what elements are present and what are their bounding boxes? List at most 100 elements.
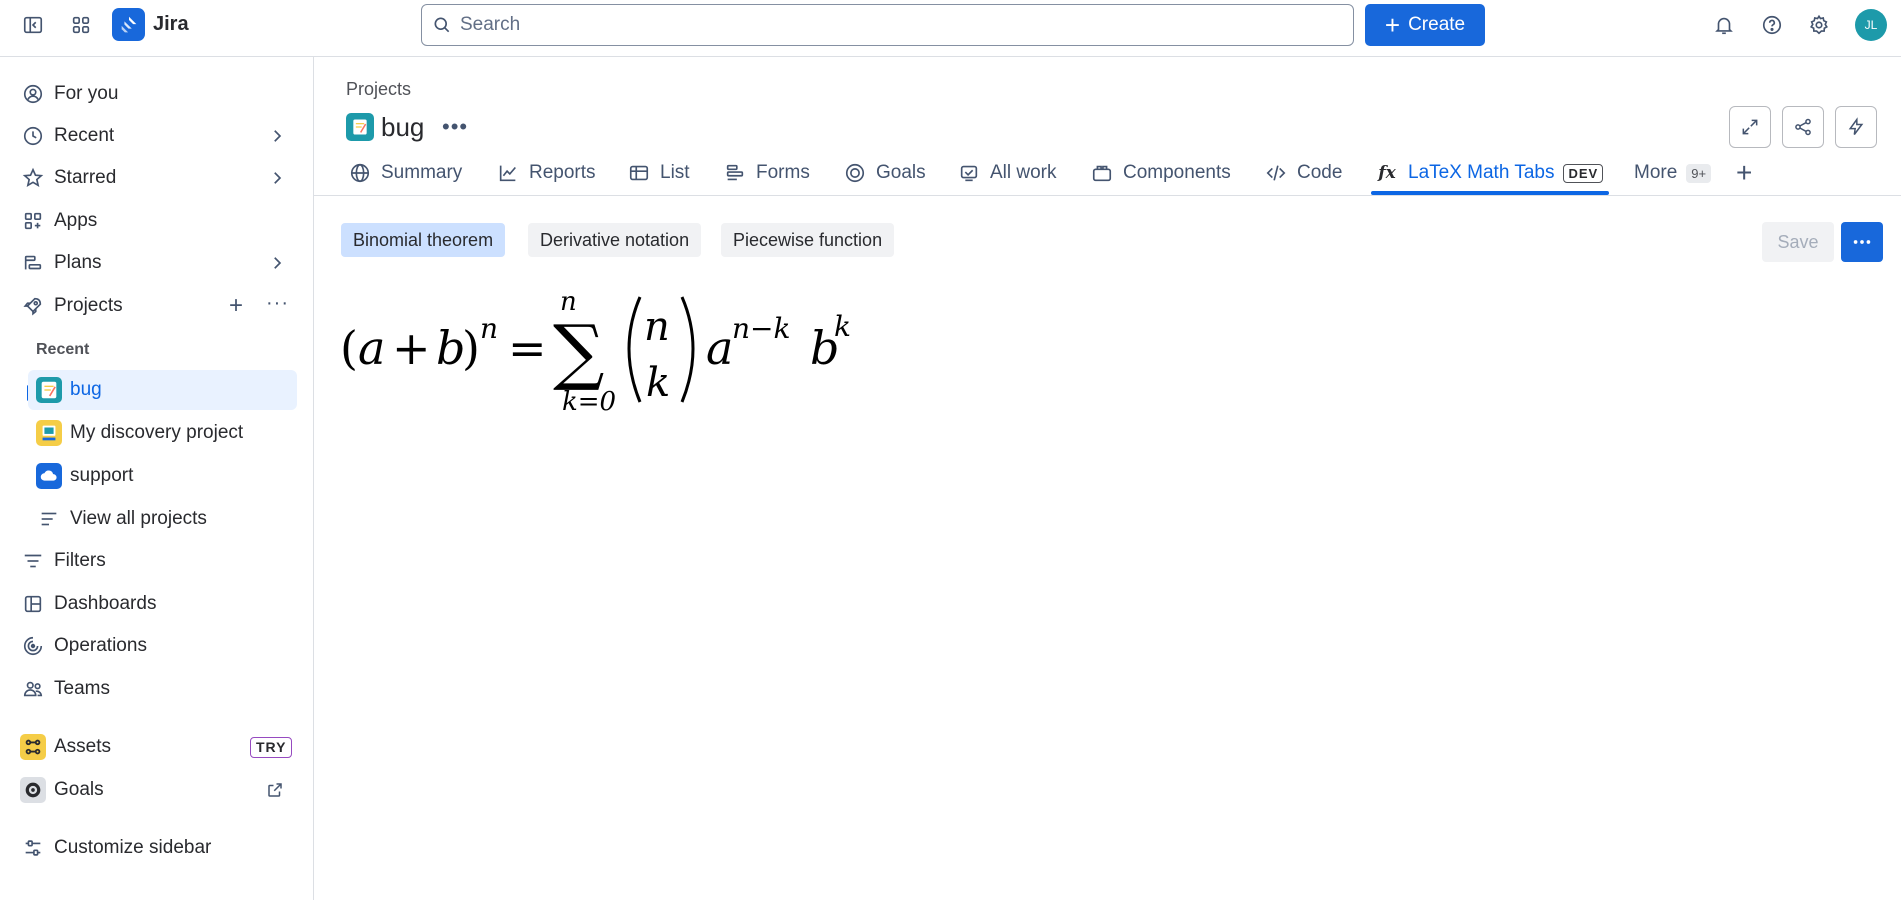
sidebar-project-my-discovery-project[interactable]: My discovery project	[0, 413, 314, 453]
sidebar-item-label: View all projects	[70, 508, 207, 529]
sidebar-item-label: Apps	[54, 210, 98, 231]
sidebar-item-recent[interactable]: Recent	[0, 116, 314, 156]
sidebar-project-bug[interactable]: bug	[28, 370, 297, 410]
sidebar-item-dashboards[interactable]: Dashboards	[0, 584, 314, 624]
tab-label: LaTeX Math Tabs	[1408, 162, 1555, 183]
fullscreen-button[interactable]	[1729, 106, 1771, 148]
settings-gear-icon[interactable]	[1803, 9, 1835, 41]
create-button[interactable]: + Create	[1365, 4, 1485, 46]
sidebar-item-filters[interactable]: Filters	[0, 541, 314, 581]
filter-icon	[20, 548, 46, 574]
chevron-right-icon[interactable]	[268, 254, 286, 272]
more-dots-icon	[1853, 240, 1871, 244]
chevron-right-icon[interactable]	[268, 127, 286, 145]
sidebar-item-label: Assets	[54, 736, 112, 757]
active-tab-indicator	[1371, 191, 1609, 195]
projects-more-icon[interactable]: ···	[266, 292, 289, 315]
sidebar-item-plans[interactable]: Plans	[0, 243, 314, 283]
tab-more[interactable]: More 9+	[1634, 150, 1712, 196]
apps-grid-plus-icon	[20, 208, 46, 234]
formula-tab-derivative-notation[interactable]: Derivative notation	[528, 223, 702, 257]
sidebar-item-customize[interactable]: Customize sidebar	[0, 828, 314, 868]
top-navigation-bar: Jira + Create JL	[0, 0, 1901, 57]
tab-components[interactable]: Components	[1090, 150, 1231, 196]
chevron-right-icon[interactable]	[268, 169, 286, 187]
star-icon	[20, 165, 46, 191]
sidebar-project-support[interactable]: support	[0, 456, 314, 496]
tab-label: Forms	[756, 162, 810, 183]
formula-tab-piecewise-function[interactable]: Piecewise function	[721, 223, 895, 257]
sidebar-item-apps[interactable]: Apps	[0, 201, 314, 241]
formula-lparen: (	[340, 321, 358, 375]
sidebar-item-label: Goals	[54, 779, 104, 800]
target-icon	[843, 161, 867, 185]
save-button[interactable]: Save	[1762, 222, 1834, 262]
tab-goals[interactable]: Goals	[843, 150, 926, 196]
tab-list[interactable]: List	[627, 150, 690, 196]
clock-icon	[20, 123, 46, 149]
tab-summary[interactable]: Summary	[348, 150, 462, 196]
sidebar: For you Recent Starred Apps Plans Projec…	[0, 57, 314, 900]
more-count-badge: 9+	[1686, 163, 1712, 183]
sidebar-view-all-projects[interactable]: View all projects	[0, 499, 314, 539]
sidebar-item-label: Recent	[54, 125, 115, 146]
expand-icon	[1742, 119, 1758, 135]
project-notepad-icon	[346, 113, 374, 141]
sidebar-item-operations[interactable]: Operations	[0, 626, 314, 666]
formula-binom-left-paren	[627, 296, 642, 403]
sidebar-item-label: Teams	[54, 678, 110, 699]
globe-icon	[348, 161, 372, 185]
tab-code[interactable]: Code	[1264, 150, 1342, 196]
tab-forms[interactable]: Forms	[723, 150, 810, 196]
help-icon[interactable]	[1756, 9, 1788, 41]
dashboard-icon	[20, 591, 46, 617]
search-input[interactable]	[460, 14, 1320, 36]
notepad-icon	[36, 377, 62, 403]
jira-logo[interactable]: Jira	[112, 8, 189, 41]
tab-all-work[interactable]: All work	[957, 150, 1057, 196]
assets-icon	[20, 734, 46, 760]
tab-latex-math-tabs[interactable]: fx LaTeX Math Tabs DEV	[1375, 150, 1604, 196]
sidebar-item-label: Customize sidebar	[54, 837, 212, 858]
more-actions-button[interactable]	[1841, 222, 1883, 262]
cloud-icon	[36, 463, 62, 489]
rocket-icon	[20, 293, 46, 319]
sidebar-toggle-icon[interactable]	[17, 9, 49, 41]
sidebar-item-goals[interactable]: Goals	[0, 770, 314, 810]
teams-icon	[20, 676, 46, 702]
sidebar-item-label: Operations	[54, 635, 147, 656]
app-switcher-icon[interactable]	[65, 9, 97, 41]
add-project-plus-icon[interactable]: +	[229, 292, 243, 320]
sidebar-item-label: Plans	[54, 252, 102, 273]
sidebar-item-label: Starred	[54, 167, 117, 188]
tab-label: Goals	[876, 162, 926, 183]
goals-icon	[20, 777, 46, 803]
work-icon	[957, 161, 981, 185]
notifications-bell-icon[interactable]	[1708, 9, 1740, 41]
automation-button[interactable]	[1835, 106, 1877, 148]
formula-binom-right-paren	[680, 296, 695, 403]
page-title: bug	[381, 112, 425, 142]
formula-equals: =	[508, 321, 547, 375]
breadcrumb-projects[interactable]: Projects	[346, 79, 411, 100]
sidebar-item-label: Projects	[54, 295, 123, 316]
sidebar-item-assets[interactable]: Assets TRY	[0, 727, 314, 767]
discovery-icon	[36, 420, 62, 446]
code-icon	[1264, 161, 1288, 185]
formula-tab-binomial-theorem[interactable]: Binomial theorem	[341, 223, 506, 257]
tab-label: All work	[990, 162, 1057, 183]
tab-label: Components	[1123, 162, 1231, 183]
project-more-icon[interactable]: •••	[442, 114, 468, 140]
share-button[interactable]	[1782, 106, 1824, 148]
recent-section-label: Recent	[36, 341, 90, 358]
search-box[interactable]	[421, 4, 1354, 46]
add-tab-plus-icon[interactable]: +	[1736, 159, 1752, 187]
sidebar-item-for-you[interactable]: For you	[0, 74, 314, 114]
sidebar-item-projects[interactable]: Projects + ···	[0, 286, 314, 326]
sidebar-item-starred[interactable]: Starred	[0, 158, 314, 198]
user-avatar[interactable]: JL	[1855, 9, 1887, 41]
tab-label: Code	[1297, 162, 1343, 183]
tab-reports[interactable]: Reports	[496, 150, 596, 196]
project-tabs: Summary Reports List Forms Goals All wor…	[314, 150, 1901, 196]
sidebar-item-teams[interactable]: Teams	[0, 669, 314, 709]
